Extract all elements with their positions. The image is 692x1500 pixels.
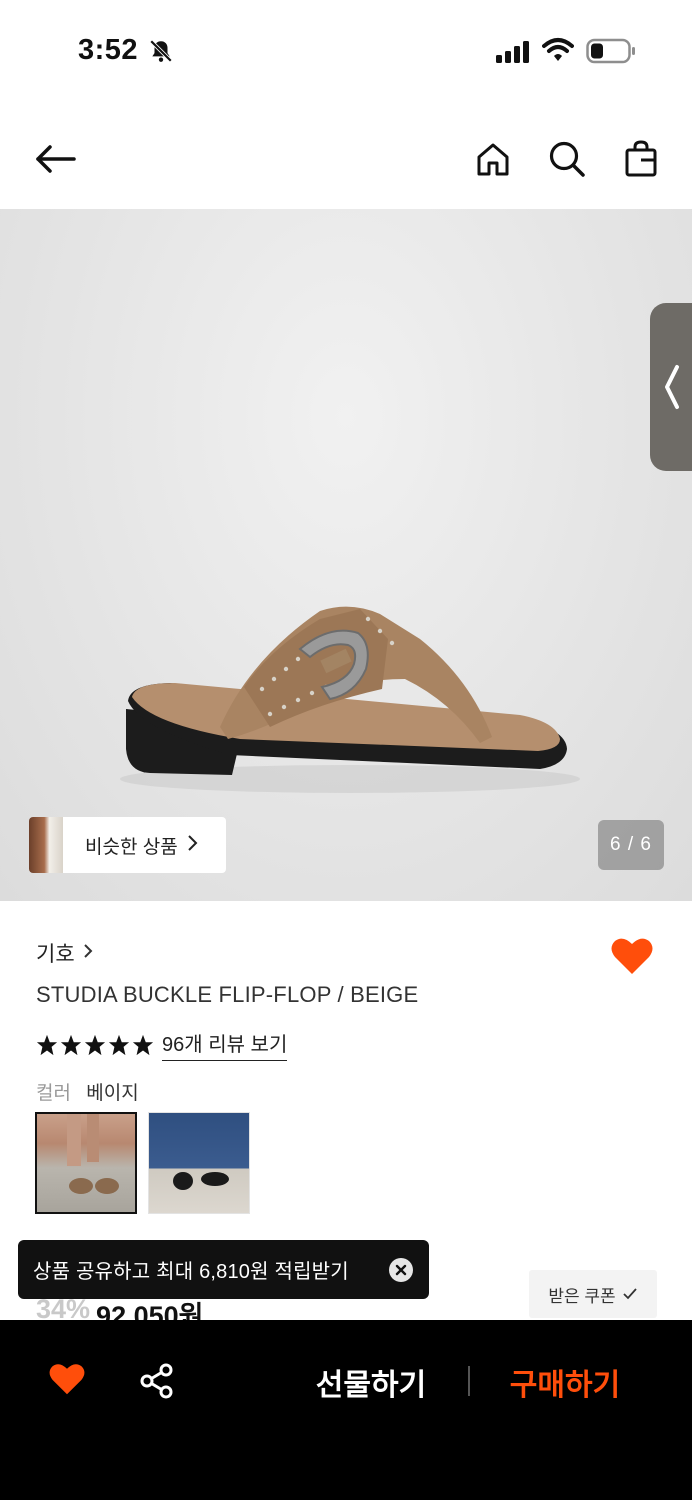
- brand-link[interactable]: 기호: [36, 938, 93, 968]
- bottom-action-bar: 선물하기 구매하기: [0, 1320, 692, 1500]
- discount-rate: 34%: [36, 1294, 91, 1320]
- product-name: STUDIA BUCKLE FLIP-FLOP / BEIGE: [36, 982, 419, 1007]
- brand-name: 기호: [36, 943, 75, 966]
- sandal-image: [120, 606, 580, 793]
- chevron-right-icon: [186, 834, 198, 857]
- share-icon[interactable]: [138, 1362, 176, 1405]
- toast-message: 상품 공유하고 최대 6,810원 적립받기: [33, 1261, 349, 1283]
- similar-products-button[interactable]: 비슷한 상품: [29, 817, 226, 873]
- share-reward-toast: 상품 공유하고 최대 6,810원 적립받기: [18, 1240, 429, 1299]
- back-arrow-icon[interactable]: [34, 138, 76, 180]
- rating-stars: [36, 1034, 154, 1056]
- star-icon: [36, 1034, 58, 1055]
- product-detail-page: 3:52 비슷한 상품 6 / 6 기호 STUDIA BUCKLE FLIP-…: [0, 0, 692, 1500]
- top-nav-bar: [0, 110, 692, 206]
- black-sandal-thumbnail: [173, 1172, 229, 1190]
- review-link[interactable]: 96개 리뷰 보기: [162, 1028, 288, 1061]
- star-icon: [132, 1034, 154, 1055]
- star-icon: [108, 1034, 130, 1055]
- rating-row: 96개 리뷰 보기: [36, 1028, 288, 1061]
- gift-button[interactable]: 선물하기: [296, 1358, 446, 1406]
- checkmark-icon: [623, 1288, 637, 1300]
- wishlist-heart-icon[interactable]: [48, 1362, 86, 1401]
- similar-product-thumbnail: [29, 817, 63, 873]
- divider: [468, 1366, 470, 1396]
- search-icon[interactable]: [546, 138, 588, 180]
- status-bar: 3:52: [0, 0, 692, 100]
- color-option-beige[interactable]: [35, 1112, 137, 1214]
- chevron-left-icon: [665, 365, 679, 409]
- similar-products-label: 비슷한 상품: [85, 836, 178, 858]
- side-drawer-tab[interactable]: [650, 303, 692, 471]
- price-row: 34% 92,050원: [36, 1294, 203, 1320]
- status-time: 3:52: [78, 34, 139, 66]
- buy-button[interactable]: 구매하기: [490, 1358, 640, 1406]
- star-icon: [60, 1034, 82, 1055]
- cellular-signal-icon: [496, 40, 532, 69]
- received-coupon-button[interactable]: 받은 쿠폰: [529, 1270, 657, 1318]
- color-value: 베이지: [86, 1083, 139, 1104]
- product-image-gallery[interactable]: 비슷한 상품 6 / 6: [0, 209, 692, 901]
- close-icon[interactable]: [389, 1258, 413, 1282]
- wishlist-heart-icon[interactable]: [610, 936, 654, 981]
- color-option-black[interactable]: [148, 1112, 250, 1214]
- sale-price: 92,050원: [96, 1301, 204, 1320]
- color-label: 컬러: [36, 1083, 71, 1104]
- color-row: 컬러 베이지: [36, 1078, 139, 1105]
- shopping-bag-icon[interactable]: [620, 138, 662, 180]
- star-icon: [84, 1034, 106, 1055]
- wifi-icon: [542, 37, 574, 68]
- coupon-label: 받은 쿠폰: [548, 1286, 616, 1306]
- chevron-right-icon: [83, 941, 93, 965]
- beige-sandal-thumbnail: [67, 1114, 119, 1194]
- battery-icon: [586, 38, 636, 69]
- home-icon[interactable]: [472, 138, 514, 180]
- bell-off-icon: [148, 38, 174, 69]
- image-page-counter: 6 / 6: [598, 820, 664, 870]
